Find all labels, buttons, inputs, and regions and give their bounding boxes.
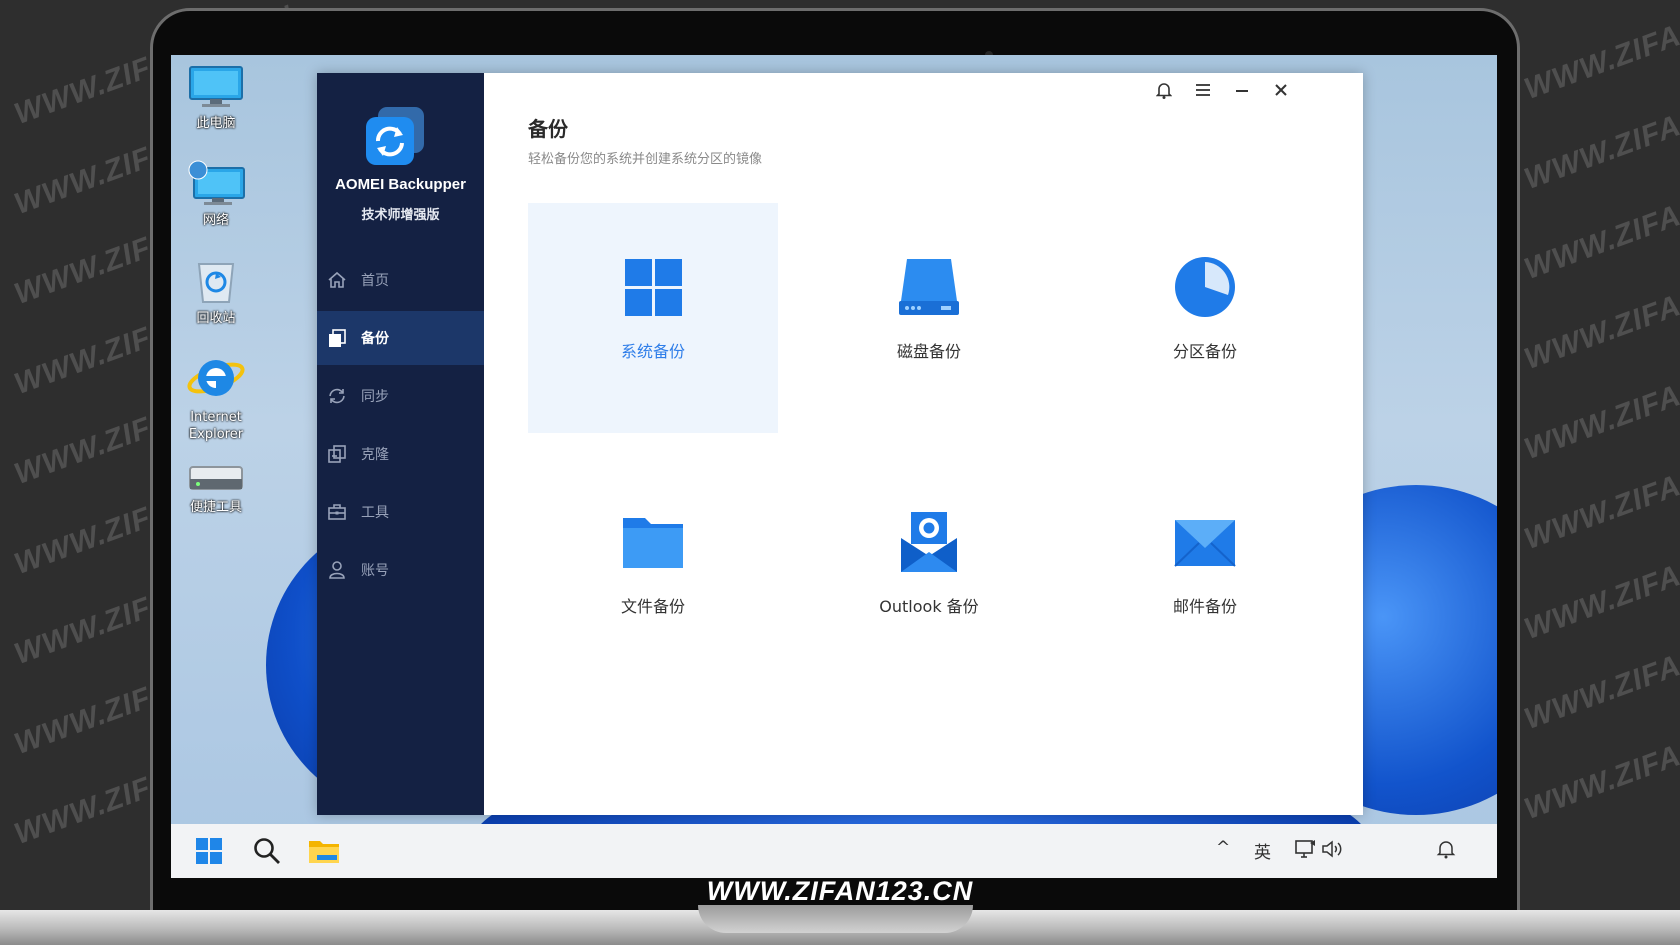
desktop-icon-network[interactable]: 网络 [176,160,256,229]
recycle-bin-icon [197,263,235,303]
page-title: 备份 [528,117,568,141]
nav-item-account[interactable]: 账号 [317,543,484,597]
app-edition: 技术师增强版 [361,208,440,223]
desktop-screen: 此电脑 网络 回收站 Internet Explorer 便捷工具 AOMEI … [171,55,1497,878]
menu-icon [1196,84,1210,96]
toolbox-icon [328,504,346,520]
close-icon [1275,84,1287,96]
notification-icon [1436,841,1456,859]
desktop-icon-internet-explorer[interactable]: Internet Explorer [176,353,256,443]
system-backup-option[interactable]: 系统备份 [528,203,778,433]
outlook-backup-option[interactable]: Outlook 备份 [804,458,1054,688]
partition-backup-option[interactable]: 分区备份 [1080,203,1330,433]
start-button[interactable] [191,836,227,866]
folder-icon [623,518,683,568]
file-backup-option[interactable]: 文件备份 [528,458,778,688]
notification-bell-button[interactable] [1150,81,1178,103]
search-icon [254,838,280,864]
ime-indicator[interactable]: 英 [1254,838,1271,863]
computer-icon [189,66,243,107]
watermark: WWW.ZIFAN123.CN [1520,334,1680,467]
laptop-notch [698,905,973,933]
search-button[interactable] [249,836,285,866]
nav-item-label: 备份 [361,331,389,347]
option-label: 系统备份 [620,342,685,361]
desktop-icon-label: 便捷工具 [189,500,242,515]
nav-item-label: 克隆 [361,447,389,463]
desktop-icon-label: 回收站 [196,311,236,326]
mail-icon [1174,520,1236,567]
tray-overflow-chevron[interactable]: ^ [1216,838,1230,858]
mail-backup-option[interactable]: 邮件备份 [1080,458,1330,688]
nav-item-label: 账号 [361,563,389,579]
partition-pie-icon [1175,257,1235,317]
nav-item-clone[interactable]: 克隆 [317,427,484,481]
option-label: 文件备份 [620,597,685,616]
close-button[interactable] [1267,81,1295,103]
watermark-banner: WWW.ZIFAN123.CN [706,876,974,906]
network-icon [1295,840,1315,858]
app-name: AOMEI Backupper [335,176,466,193]
watermark: WWW.ZIFAN123.CN [1520,424,1680,557]
notification-center-button[interactable] [1436,839,1456,864]
tray-network-button[interactable] [1295,839,1317,864]
desktop-icon-recycle-bin[interactable]: 回收站 [176,258,256,327]
ie-icon [187,360,245,396]
minimize-icon [1236,90,1248,92]
option-label: 磁盘备份 [896,342,961,361]
bell-icon [1155,83,1173,99]
sync-icon [329,388,345,404]
aomei-backupper-window: AOMEI Backupper 技术师增强版 首页 备份 同步 克隆 工具 账号… [317,73,1363,815]
nav-item-label: 首页 [361,273,389,289]
watermark: WWW.ZIFAN123.CN [1520,514,1680,647]
windows-icon [625,259,682,316]
nav-item-label: 同步 [361,389,389,405]
nav-item-home[interactable]: 首页 [317,253,484,307]
watermark: WWW.ZIFAN123.CN [1520,0,1680,107]
drive-icon [189,466,243,490]
nav-item-tools[interactable]: 工具 [317,485,484,539]
desktop-icon-label: Internet Explorer [188,410,244,442]
file-explorer-button[interactable] [306,836,342,866]
option-label: 邮件备份 [1172,597,1237,616]
disk-icon [899,259,959,315]
watermark: WWW.ZIFAN123.CN [1520,64,1680,197]
outlook-icon [901,512,957,572]
network-icon [188,160,245,205]
backup-icon [329,329,346,347]
nav-item-label: 工具 [361,505,389,521]
nav-item-backup[interactable]: 备份 [317,311,484,365]
tray-volume-button[interactable] [1321,839,1345,864]
desktop-icon-tools[interactable]: 便捷工具 [176,463,256,516]
taskbar: ^ 英 [171,824,1497,878]
app-logo-icon [366,107,424,165]
option-label: 分区备份 [1172,342,1237,361]
user-icon [329,561,345,579]
watermark: WWW.ZIFAN123.CN [1520,604,1680,737]
watermark: WWW.ZIFAN123.CN [1520,244,1680,377]
watermark: WWW.ZIFAN123.CN [1520,154,1680,287]
file-explorer-icon [309,841,339,863]
page-subtitle: 轻松备份您的系统并创建系统分区的镜像 [528,152,763,167]
menu-button[interactable] [1189,81,1217,103]
volume-icon [1322,840,1342,858]
sidebar: AOMEI Backupper 技术师增强版 首页 备份 同步 克隆 工具 账号 [317,73,484,815]
desktop-icon-label: 网络 [202,213,229,228]
nav-item-sync[interactable]: 同步 [317,369,484,423]
watermark: WWW.ZIFAN123.CN [1520,694,1680,827]
desktop-icon-this-pc[interactable]: 此电脑 [176,65,256,132]
option-label: Outlook 备份 [879,597,979,616]
desktop-icon-label: 此电脑 [196,116,236,131]
minimize-button[interactable] [1228,81,1256,103]
home-icon [328,271,346,288]
start-icon [196,838,222,864]
clone-icon [328,445,346,463]
disk-backup-option[interactable]: 磁盘备份 [804,203,1054,433]
